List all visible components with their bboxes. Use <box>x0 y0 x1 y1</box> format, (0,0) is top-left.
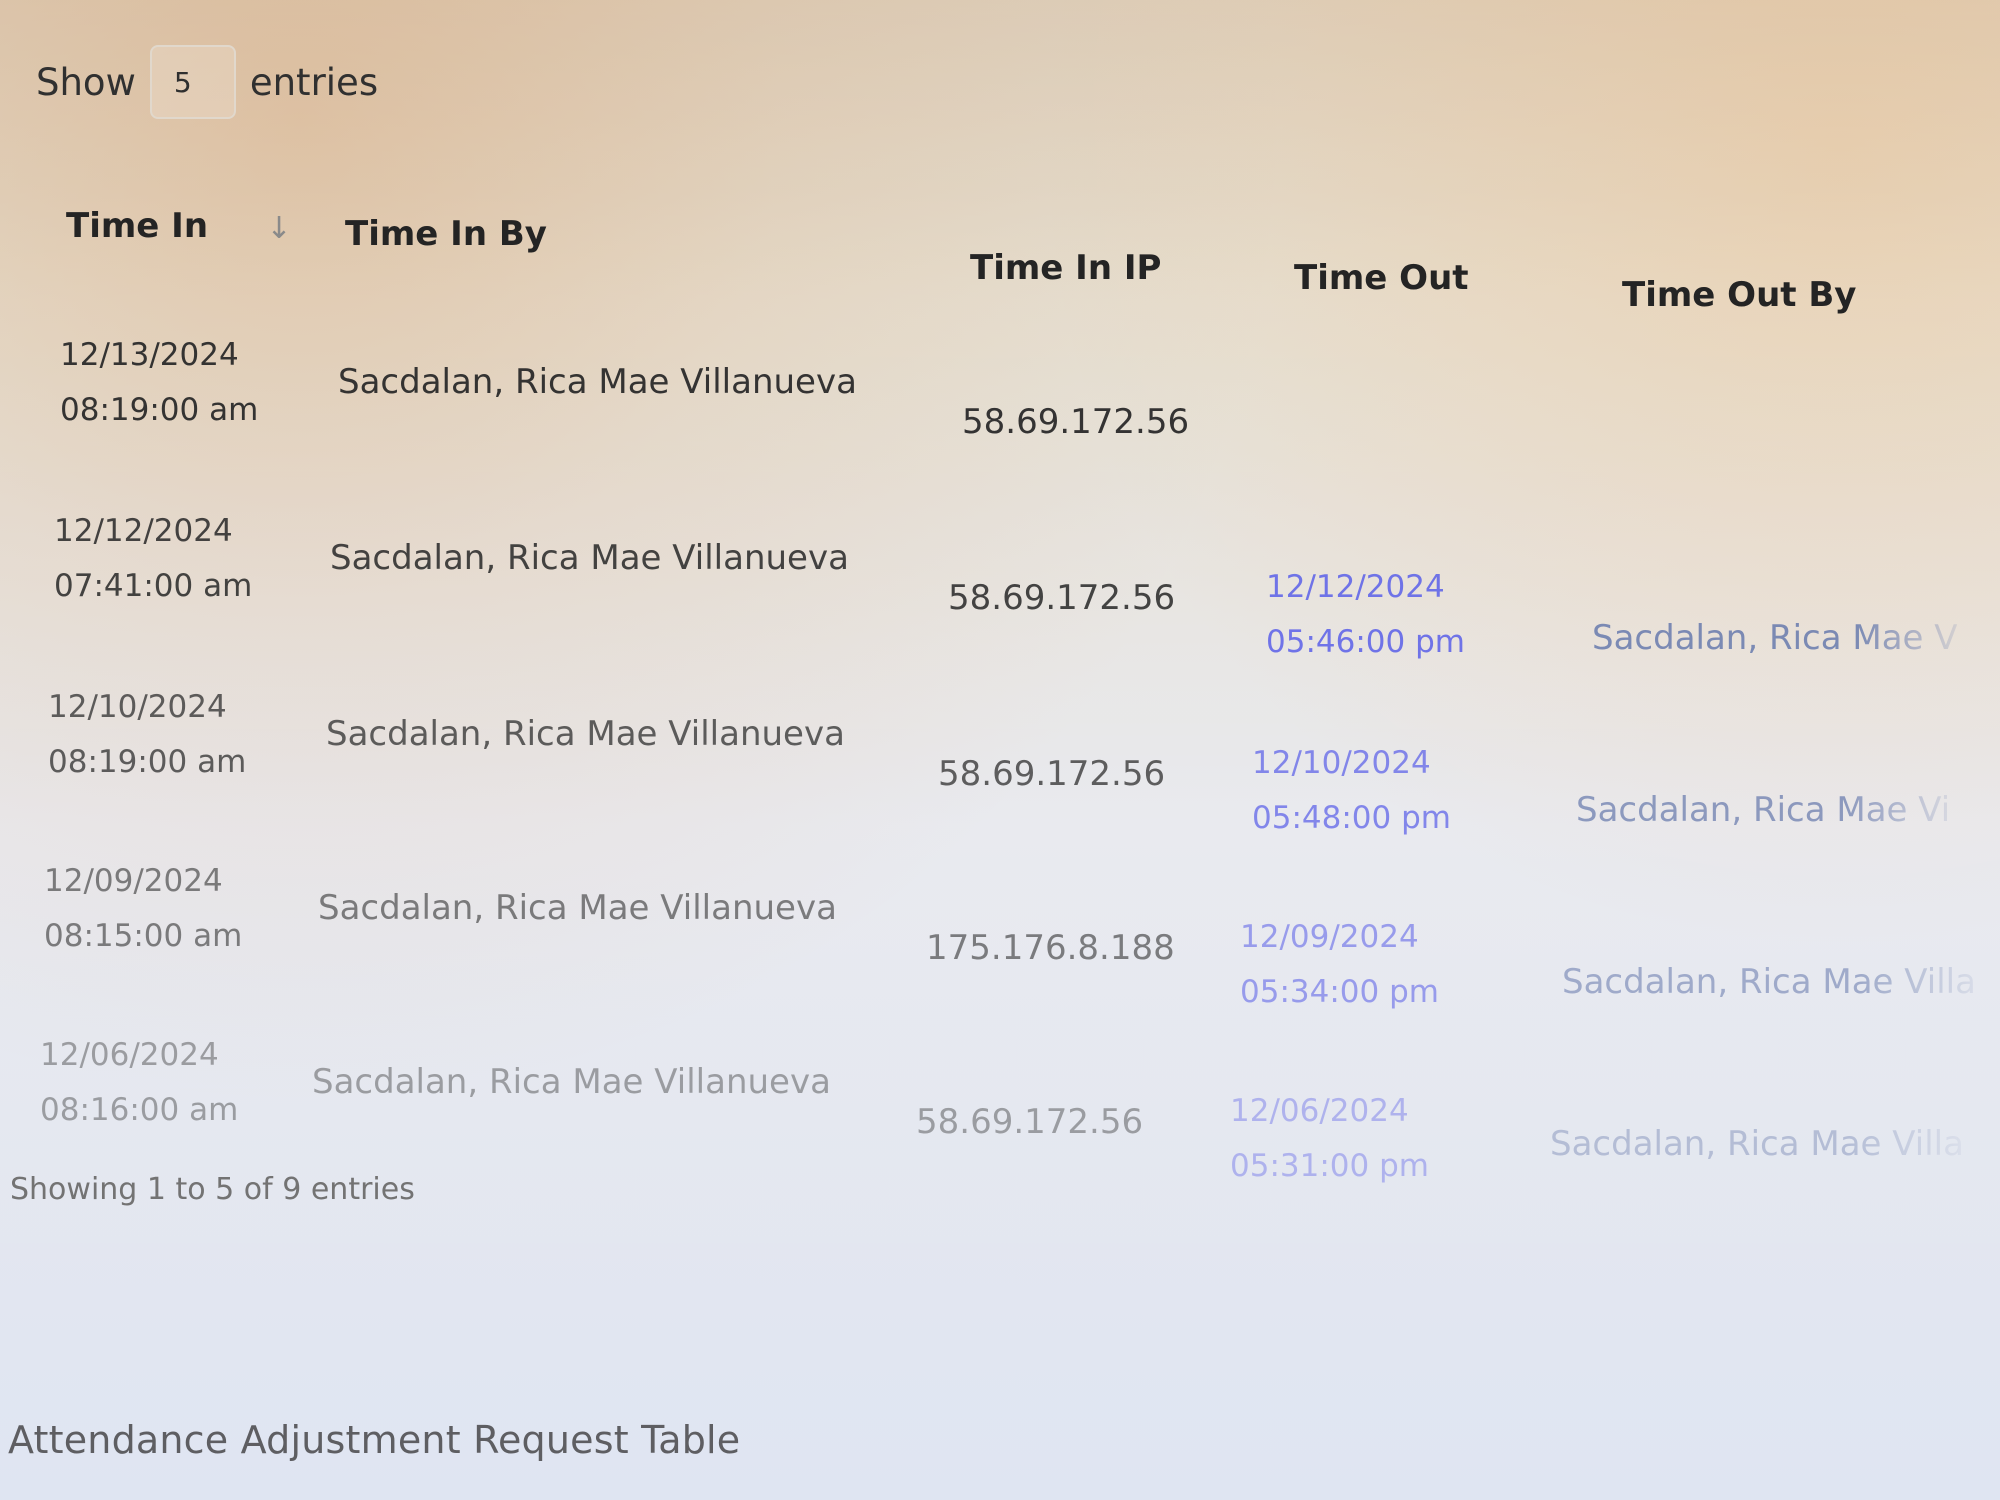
time-in-cell: 12/10/2024 08:19:00 am <box>48 680 246 790</box>
header-time-out[interactable]: Time Out <box>1294 258 1469 298</box>
time-out-date: 12/10/2024 <box>1252 745 1431 781</box>
time-out-by-cell: Sacdalan, Rica Mae Vi <box>1576 790 1951 830</box>
time-in-time: 08:15:00 am <box>44 918 243 954</box>
time-out-cell: 12/09/2024 05:34:00 pm <box>1240 910 1439 1020</box>
time-in-cell: 12/09/2024 08:15:00 am <box>44 854 242 964</box>
time-out-time: 05:31:00 pm <box>1230 1148 1429 1184</box>
entries-per-page-value: 5 <box>173 65 192 99</box>
header-time-out-by[interactable]: Time Out By <box>1622 275 1856 315</box>
time-in-by-cell: Sacdalan, Rica Mae Villanueva <box>330 538 849 578</box>
time-out-time: 05:46:00 pm <box>1266 624 1465 660</box>
section-title-attendance-adjustment-request-table: Attendance Adjustment Request Table <box>8 1418 741 1462</box>
time-in-by-cell: Sacdalan, Rica Mae Villanueva <box>318 888 837 928</box>
time-in-ip-cell: 58.69.172.56 <box>948 578 1176 618</box>
table-row: 12/12/2024 07:41:00 am Sacdalan, Rica Ma… <box>0 496 2000 676</box>
time-in-date: 12/06/2024 <box>40 1037 219 1073</box>
time-in-date: 12/12/2024 <box>54 513 233 549</box>
time-in-ip-cell: 175.176.8.188 <box>926 928 1175 968</box>
entries-label: entries <box>249 60 379 104</box>
time-in-ip-cell: 58.69.172.56 <box>938 754 1166 794</box>
time-in-by-cell: Sacdalan, Rica Mae Villanueva <box>326 714 845 754</box>
time-in-date: 12/10/2024 <box>48 689 227 725</box>
time-out-cell: 12/12/2024 05:46:00 pm <box>1266 560 1465 670</box>
time-in-time: 08:19:00 am <box>60 392 259 428</box>
header-time-in-ip[interactable]: Time In IP <box>970 248 1161 288</box>
time-out-date: 12/09/2024 <box>1240 919 1419 955</box>
time-out-by-cell: Sacdalan, Rica Mae Villa <box>1562 962 1976 1002</box>
time-in-by-cell: Sacdalan, Rica Mae Villanueva <box>312 1062 831 1102</box>
time-out-date: 12/12/2024 <box>1266 569 1445 605</box>
time-in-cell: 12/13/2024 08:19:00 am <box>60 328 258 438</box>
time-out-cell: 12/06/2024 05:31:00 pm <box>1230 1084 1429 1194</box>
sort-arrow-icon[interactable]: ↓ <box>266 206 292 252</box>
table-row: 12/10/2024 08:19:00 am Sacdalan, Rica Ma… <box>0 672 2000 852</box>
header-time-in-by[interactable]: Time In By <box>345 214 547 254</box>
entries-per-page-select[interactable]: 5 <box>149 45 236 119</box>
time-in-ip-cell: 58.69.172.56 <box>962 402 1190 442</box>
time-in-cell: 12/12/2024 07:41:00 am <box>54 504 252 614</box>
pagination-info: Showing 1 to 5 of 9 entries <box>10 1172 415 1207</box>
time-in-date: 12/13/2024 <box>60 337 239 373</box>
time-in-cell: 12/06/2024 08:16:00 am <box>40 1028 238 1138</box>
table-row: 12/13/2024 08:19:00 am Sacdalan, Rica Ma… <box>0 320 2000 500</box>
time-out-date: 12/06/2024 <box>1230 1093 1409 1129</box>
entries-control: Show 5 entries <box>36 45 378 119</box>
time-in-time: 08:16:00 am <box>40 1092 239 1128</box>
time-in-by-cell: Sacdalan, Rica Mae Villanueva <box>338 362 857 402</box>
time-in-time: 07:41:00 am <box>54 568 253 604</box>
time-out-time: 05:34:00 pm <box>1240 974 1439 1010</box>
time-out-by-cell: Sacdalan, Rica Mae V <box>1592 618 1958 658</box>
time-out-time: 05:48:00 pm <box>1252 800 1451 836</box>
time-out-by-cell: Sacdalan, Rica Mae Villa <box>1550 1124 1964 1164</box>
show-label: Show <box>36 60 136 104</box>
time-in-ip-cell: 58.69.172.56 <box>916 1102 1144 1142</box>
time-in-time: 08:19:00 am <box>48 744 247 780</box>
table-row: 12/09/2024 08:15:00 am Sacdalan, Rica Ma… <box>0 846 2000 1026</box>
header-time-in[interactable]: Time In <box>66 206 208 246</box>
time-out-cell: 12/10/2024 05:48:00 pm <box>1252 736 1451 846</box>
time-in-date: 12/09/2024 <box>44 863 223 899</box>
